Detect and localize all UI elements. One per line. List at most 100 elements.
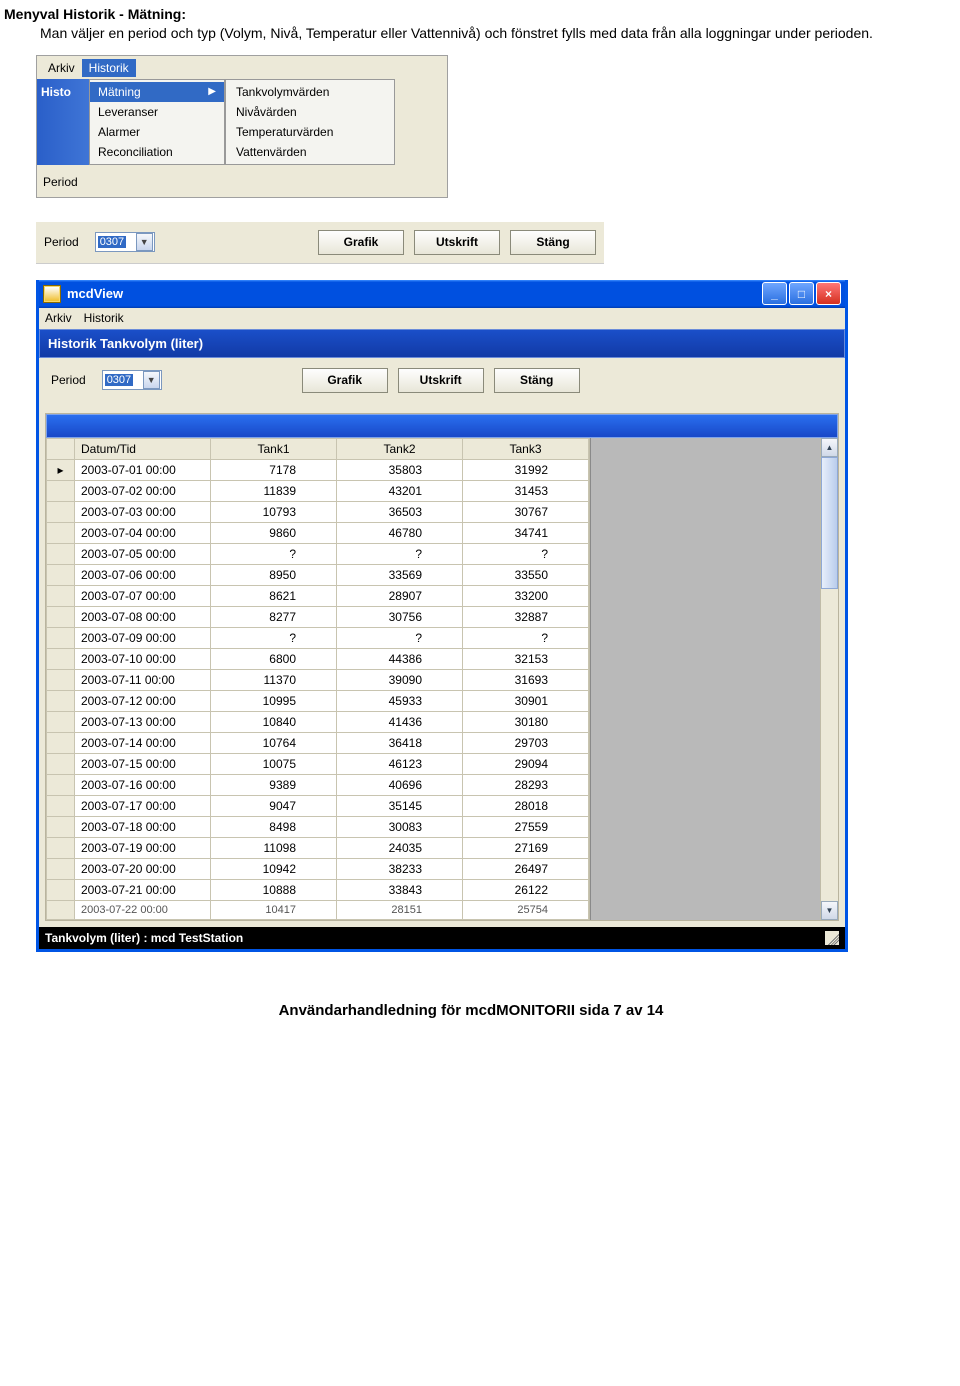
cell-tank3: 33550 <box>463 564 589 585</box>
table-row[interactable]: 2003-07-02 00:00118394320131453 <box>47 480 589 501</box>
dropdown-item-reconciliation[interactable]: Reconciliation <box>90 142 224 162</box>
row-selector[interactable] <box>47 522 75 543</box>
cell-tank1: 8950 <box>211 564 337 585</box>
table-row[interactable]: 2003-07-08 00:0082773075632887 <box>47 606 589 627</box>
period-dropdown[interactable]: 0307 ▼ <box>95 232 155 252</box>
cell-datetime: 2003-07-06 00:00 <box>75 564 211 585</box>
cell-tank2: 24035 <box>337 837 463 858</box>
row-selector[interactable] <box>47 690 75 711</box>
row-selector[interactable] <box>47 900 75 919</box>
table-row[interactable]: 2003-07-22 00:00104172815125754 <box>47 900 589 919</box>
row-selector[interactable] <box>47 585 75 606</box>
row-selector[interactable] <box>47 606 75 627</box>
row-selector[interactable] <box>47 732 75 753</box>
window-subtitle: Historik Tankvolym (liter) <box>39 329 845 358</box>
dropdown-item-label: Leveranser <box>98 105 158 119</box>
table-row[interactable]: 2003-07-10 00:0068004438632153 <box>47 648 589 669</box>
cell-tank3: 34741 <box>463 522 589 543</box>
table-row[interactable]: 2003-07-17 00:0090473514528018 <box>47 795 589 816</box>
table-row[interactable]: 2003-07-07 00:0086212890733200 <box>47 585 589 606</box>
row-selector[interactable] <box>47 795 75 816</box>
cell-tank2: 28907 <box>337 585 463 606</box>
row-selector[interactable] <box>47 543 75 564</box>
table-row[interactable]: 2003-07-18 00:0084983008327559 <box>47 816 589 837</box>
menu-arkiv[interactable]: Arkiv <box>41 59 82 77</box>
menu-historik[interactable]: Historik <box>82 59 136 77</box>
cell-tank1: 10417 <box>211 900 337 919</box>
scroll-up-icon[interactable]: ▲ <box>821 438 838 457</box>
row-selector[interactable]: ▸ <box>47 459 75 480</box>
table-row[interactable]: 2003-07-06 00:0089503356933550 <box>47 564 589 585</box>
minimize-button[interactable]: _ <box>762 282 787 305</box>
utskrift-button[interactable]: Utskrift <box>398 368 484 393</box>
row-selector[interactable] <box>47 669 75 690</box>
cell-tank3: ? <box>463 627 589 648</box>
table-row[interactable]: 2003-07-03 00:00107933650330767 <box>47 501 589 522</box>
row-selector[interactable] <box>47 879 75 900</box>
row-selector[interactable] <box>47 753 75 774</box>
row-selector[interactable] <box>47 648 75 669</box>
table-row[interactable]: 2003-07-21 00:00108883384326122 <box>47 879 589 900</box>
period-dropdown[interactable]: 0307 ▼ <box>102 370 162 390</box>
table-container: Datum/TidTank1Tank2Tank3▸2003-07-01 00:0… <box>45 413 839 921</box>
cell-datetime: 2003-07-15 00:00 <box>75 753 211 774</box>
stang-button[interactable]: Stäng <box>494 368 580 393</box>
maximize-button[interactable]: □ <box>789 282 814 305</box>
row-selector[interactable] <box>47 816 75 837</box>
cell-tank1: 9860 <box>211 522 337 543</box>
cell-tank1: 7178 <box>211 459 337 480</box>
row-selector[interactable] <box>47 711 75 732</box>
table-row[interactable]: 2003-07-15 00:00100754612329094 <box>47 753 589 774</box>
window-menu-arkiv[interactable]: Arkiv <box>45 311 72 325</box>
table-row[interactable]: 2003-07-13 00:00108404143630180 <box>47 711 589 732</box>
row-selector[interactable] <box>47 501 75 522</box>
scroll-down-icon[interactable]: ▼ <box>821 901 838 920</box>
stang-button[interactable]: Stäng <box>510 230 596 255</box>
cell-tank2: 36503 <box>337 501 463 522</box>
table-row[interactable]: 2003-07-05 00:00??? <box>47 543 589 564</box>
table-row[interactable]: ▸2003-07-01 00:0071783580331992 <box>47 459 589 480</box>
cell-datetime: 2003-07-09 00:00 <box>75 627 211 648</box>
table-row[interactable]: 2003-07-14 00:00107643641829703 <box>47 732 589 753</box>
submenu-temperatur[interactable]: Temperaturvärden <box>226 122 394 142</box>
table-row[interactable]: 2003-07-11 00:00113703909031693 <box>47 669 589 690</box>
dropdown-item-matning[interactable]: Mätning ▶ <box>90 82 224 102</box>
row-selector[interactable] <box>47 564 75 585</box>
submenu-tankvolym[interactable]: Tankvolymvärden <box>226 82 394 102</box>
cell-datetime: 2003-07-14 00:00 <box>75 732 211 753</box>
table-row[interactable]: 2003-07-12 00:00109954593330901 <box>47 690 589 711</box>
row-selector[interactable] <box>47 627 75 648</box>
row-selector[interactable] <box>47 774 75 795</box>
scroll-thumb[interactable] <box>821 457 838 589</box>
table-row[interactable]: 2003-07-09 00:00??? <box>47 627 589 648</box>
utskrift-button[interactable]: Utskrift <box>414 230 500 255</box>
row-selector[interactable] <box>47 837 75 858</box>
resize-grip-icon[interactable] <box>825 931 839 945</box>
window-menu-historik[interactable]: Historik <box>84 311 124 325</box>
row-selector[interactable] <box>47 480 75 501</box>
submenu-niva[interactable]: Nivåvärden <box>226 102 394 122</box>
column-header[interactable]: Tank1 <box>211 438 337 459</box>
column-header[interactable]: Datum/Tid <box>75 438 211 459</box>
vertical-scrollbar[interactable]: ▲ ▼ <box>820 438 838 920</box>
table-row[interactable]: 2003-07-16 00:0093894069628293 <box>47 774 589 795</box>
dropdown-item-leveranser[interactable]: Leveranser <box>90 102 224 122</box>
grafik-button[interactable]: Grafik <box>302 368 388 393</box>
cell-datetime: 2003-07-21 00:00 <box>75 879 211 900</box>
submenu-vatten[interactable]: Vattenvärden <box>226 142 394 162</box>
cell-tank2: 38233 <box>337 858 463 879</box>
row-selector[interactable] <box>47 858 75 879</box>
scroll-track[interactable] <box>821 457 838 901</box>
close-button[interactable]: × <box>816 282 841 305</box>
column-header[interactable]: Tank2 <box>337 438 463 459</box>
dropdown-item-alarmer[interactable]: Alarmer <box>90 122 224 142</box>
column-header[interactable]: Tank3 <box>463 438 589 459</box>
cell-tank1: 10840 <box>211 711 337 732</box>
cell-datetime: 2003-07-18 00:00 <box>75 816 211 837</box>
table-row[interactable]: 2003-07-20 00:00109423823326497 <box>47 858 589 879</box>
cell-tank1: ? <box>211 543 337 564</box>
table-row[interactable]: 2003-07-19 00:00110982403527169 <box>47 837 589 858</box>
cell-tank3: 32153 <box>463 648 589 669</box>
table-row[interactable]: 2003-07-04 00:0098604678034741 <box>47 522 589 543</box>
grafik-button[interactable]: Grafik <box>318 230 404 255</box>
